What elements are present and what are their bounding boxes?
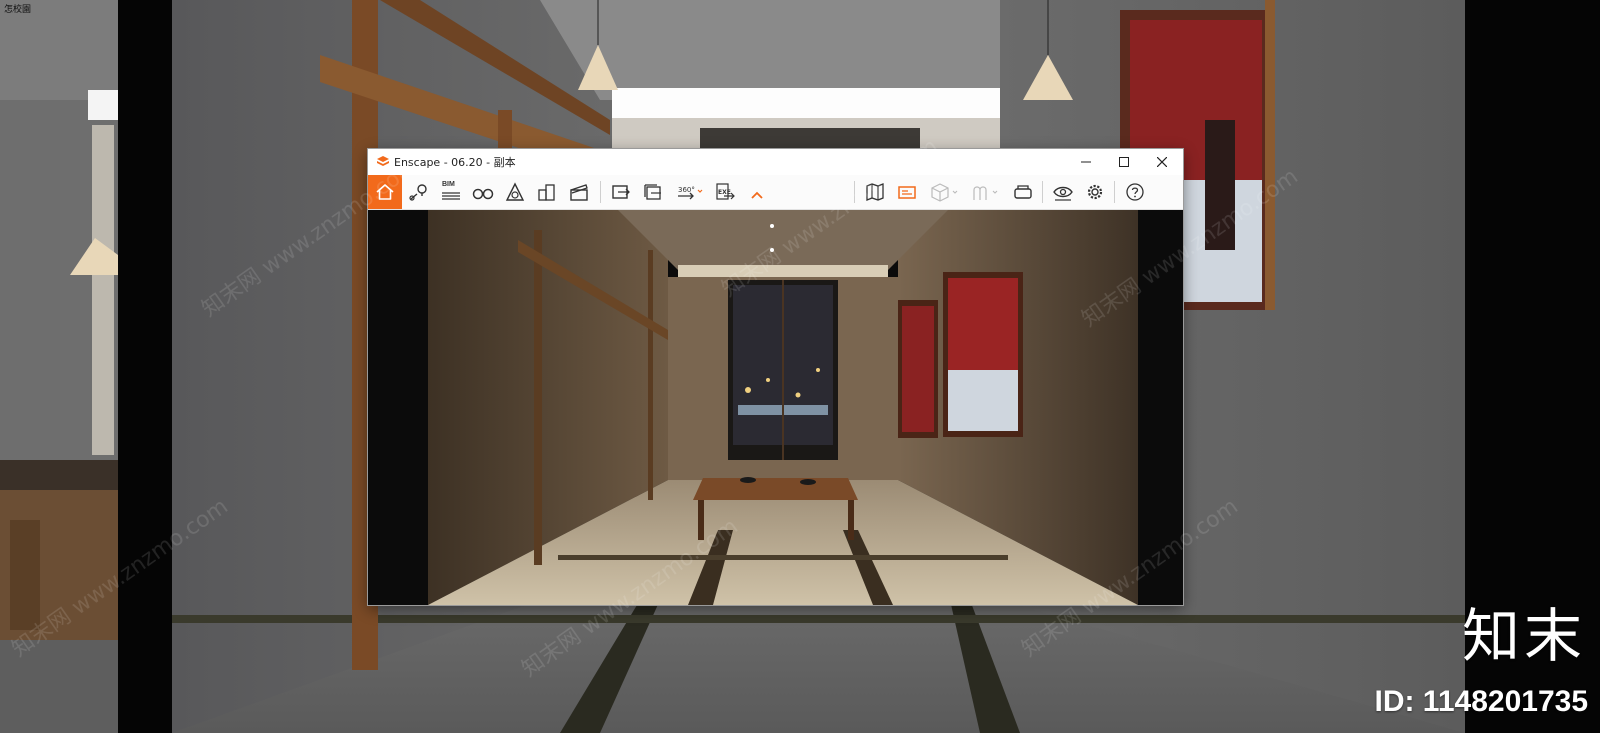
panorama-icon: 360° <box>678 186 703 200</box>
perspective-button[interactable] <box>500 175 530 209</box>
enscape-toolbar: BIM 360° EXE <box>368 175 1183 210</box>
enscape-render-viewport[interactable] <box>368 210 1183 605</box>
vr-button[interactable] <box>1008 175 1038 209</box>
brand-logo: 知末 <box>1461 602 1586 670</box>
assets-button[interactable] <box>532 175 562 209</box>
buildings-icon <box>538 184 555 201</box>
toolbar-separator <box>854 181 855 203</box>
toolbar-separator <box>1114 181 1115 203</box>
render-image-button[interactable] <box>606 175 636 209</box>
help-button[interactable] <box>1120 175 1150 209</box>
panorama-label: 360° <box>678 186 695 194</box>
location-pin-icon <box>409 184 427 201</box>
image-id: ID: 1148201735 <box>1374 685 1588 718</box>
bim-button[interactable]: BIM <box>436 175 466 209</box>
object-button[interactable] <box>926 175 962 209</box>
home-icon <box>376 184 394 200</box>
minimap-button[interactable] <box>860 175 890 209</box>
eye-icon <box>1053 186 1073 201</box>
close-icon <box>1157 157 1167 167</box>
video-editor-button[interactable] <box>564 175 594 209</box>
sun-panel-icon <box>898 186 916 199</box>
walk-mode-button[interactable] <box>468 175 498 209</box>
help-icon <box>1126 183 1144 201</box>
bim-label: BIM <box>442 181 455 188</box>
enscape-logo-icon <box>377 156 389 166</box>
settings-panel-button[interactable] <box>892 175 922 209</box>
maximize-button[interactable] <box>1105 149 1143 175</box>
close-button[interactable] <box>1143 149 1181 175</box>
panorama-button[interactable]: 360° <box>672 175 708 209</box>
settings-button[interactable] <box>1080 175 1110 209</box>
toolbar-separator <box>1042 181 1043 203</box>
maximize-icon <box>1119 157 1129 167</box>
perspective-icon <box>505 182 525 201</box>
arches-icon <box>973 186 998 200</box>
title-bar[interactable]: Enscape - 06.20 - 副本 <box>368 149 1183 175</box>
batch-render-button[interactable] <box>638 175 668 209</box>
map-icon <box>866 183 884 201</box>
views-button[interactable] <box>404 175 434 209</box>
screenshot-export-icon <box>612 185 630 199</box>
vr-headset-icon <box>1014 185 1032 199</box>
enscape-window[interactable]: Enscape - 06.20 - 副本 BIM 360° EXE <box>368 149 1183 605</box>
collapse-toolbar-button[interactable] <box>742 175 772 209</box>
material-button[interactable] <box>968 175 1004 209</box>
minimize-icon <box>1081 161 1091 163</box>
exe-label: EXE <box>718 189 731 196</box>
export-exe-button[interactable]: EXE <box>710 175 740 209</box>
clapperboard-icon <box>570 184 588 201</box>
home-button[interactable] <box>368 175 402 209</box>
corner-label: 怎校園 <box>4 5 32 15</box>
visibility-button[interactable] <box>1048 175 1078 209</box>
exe-export-icon: EXE <box>716 183 735 200</box>
collapse-icon <box>751 191 763 199</box>
minimize-button[interactable] <box>1067 149 1105 175</box>
window-title: Enscape - 06.20 - 副本 <box>394 156 516 169</box>
binoculars-icon <box>472 188 494 200</box>
gear-icon <box>1087 184 1103 200</box>
batch-render-icon <box>644 184 661 200</box>
toolbar-separator <box>600 181 601 203</box>
cube-icon <box>931 183 958 202</box>
